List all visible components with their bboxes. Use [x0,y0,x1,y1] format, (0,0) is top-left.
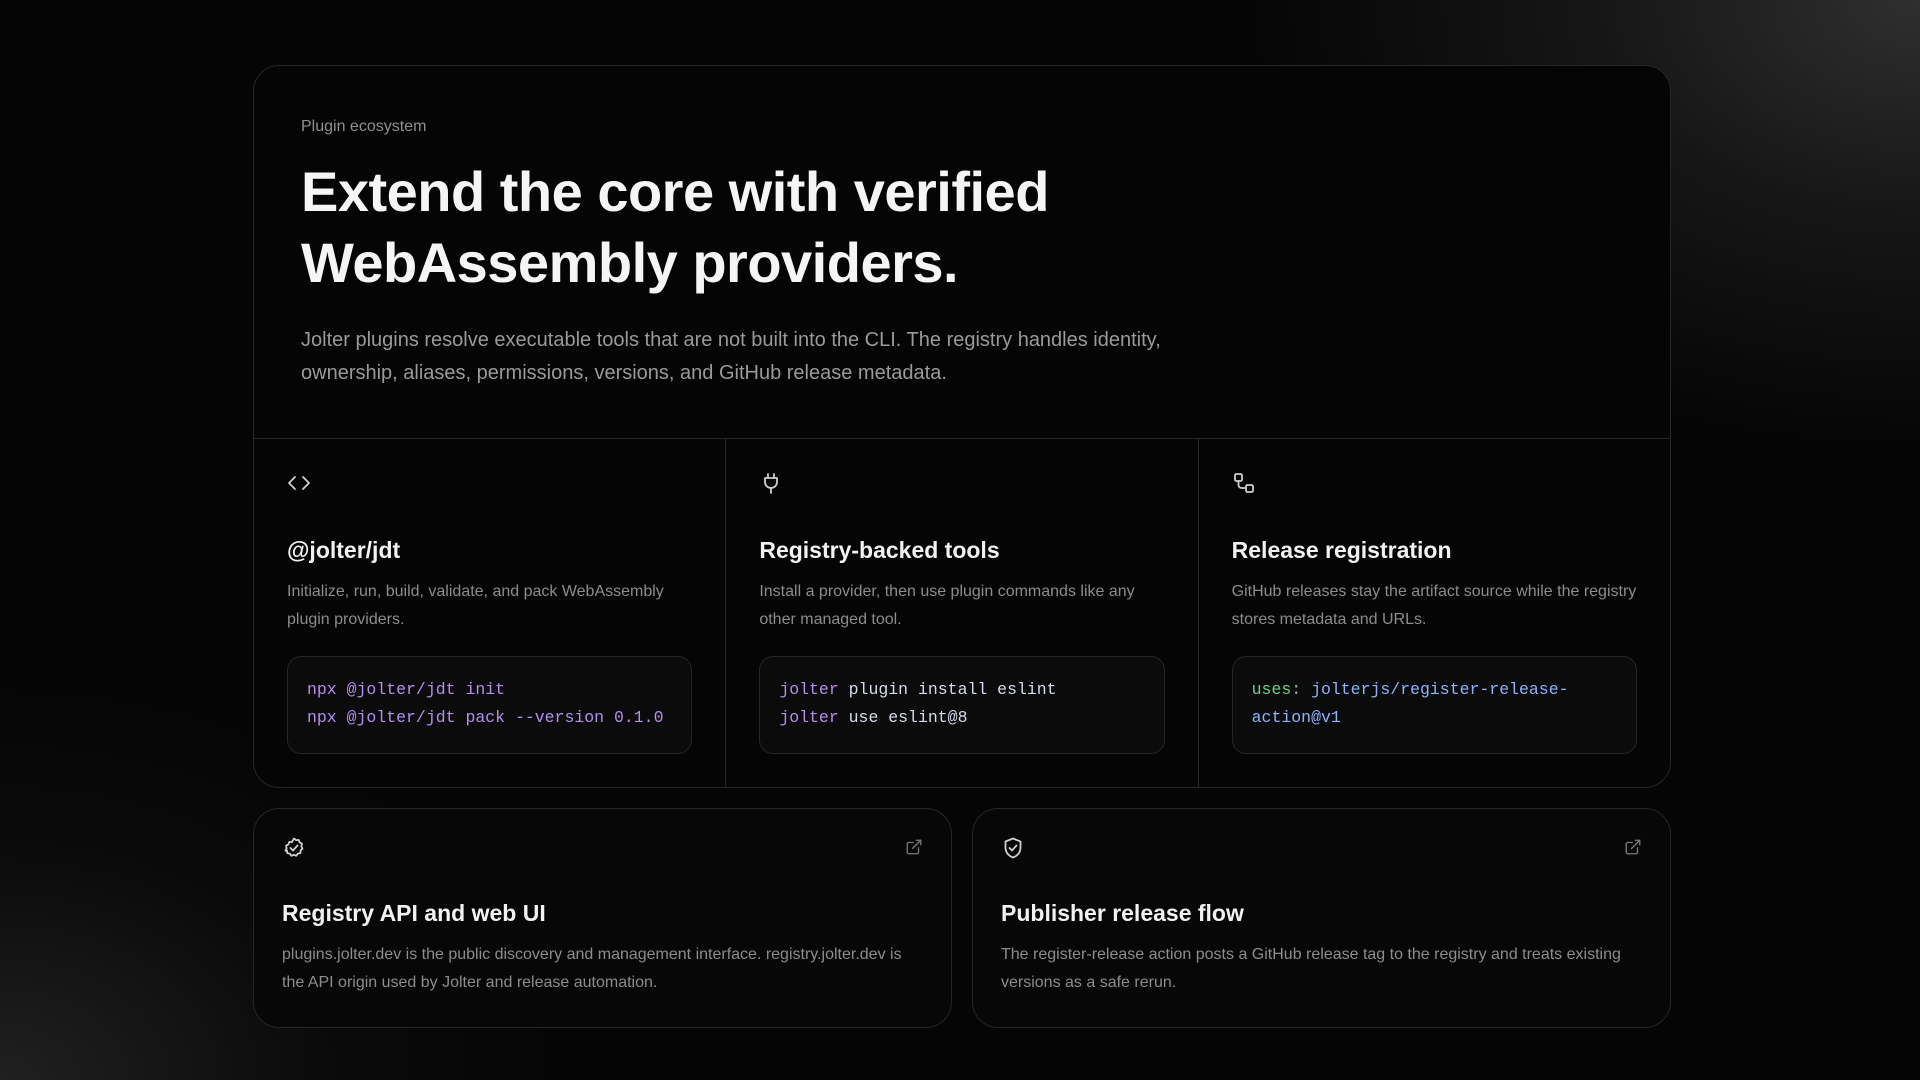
code-key: uses: [1251,680,1302,699]
code-args: use eslint@8 [838,708,968,727]
workflow-icon [1232,471,1256,495]
feature-grid: @jolter/jdt Initialize, run, build, vali… [254,439,1670,787]
badge-check-icon [282,836,306,860]
code-command: npx [307,708,337,727]
code-brackets-icon [287,471,311,495]
feature-release-registration: Release registration GitHub releases sta… [1199,439,1670,787]
code-line: npx @jolter/jdt init [307,676,672,704]
code-block[interactable]: npx @jolter/jdt init npx @jolter/jdt pac… [287,656,693,754]
external-link-icon[interactable] [905,838,923,856]
feature-description: GitHub releases stay the artifact source… [1231,583,1637,628]
registry-api-card[interactable]: Registry API and web UI plugins.jolter.d… [253,808,952,1028]
plug-icon [759,471,783,495]
link-card-description: plugins.jolter.dev is the public discove… [282,946,902,991]
code-command: npx [307,680,337,699]
publisher-release-flow-card[interactable]: Publisher release flow The register-rele… [972,808,1671,1028]
hero: Plugin ecosystem Extend the core with ve… [254,66,1670,439]
code-line: npx @jolter/jdt pack --version 0.1.0 [307,704,672,732]
code-command: jolter [779,680,839,699]
code-line: uses: jolterjs/register-release-action@v… [1252,676,1617,732]
hero-description: Jolter plugins resolve executable tools … [301,329,1161,384]
code-line: jolter use eslint@8 [779,704,1144,732]
code-block[interactable]: uses: jolterjs/register-release-action@v… [1231,656,1637,754]
link-card-title: Publisher release flow [1001,900,1244,926]
feature-description: Install a provider, then use plugin comm… [759,583,1135,628]
feature-registry-tools: Registry-backed tools Install a provider… [726,439,1199,787]
eyebrow: Plugin ecosystem [301,118,427,135]
feature-title: Registry-backed tools [759,537,1000,563]
shield-check-icon [1001,836,1025,860]
feature-jdt: @jolter/jdt Initialize, run, build, vali… [254,439,727,787]
external-link-icon[interactable] [1624,838,1642,856]
code-command: jolter [779,708,839,727]
code-block[interactable]: jolter plugin install eslint jolter use … [759,656,1165,754]
plugin-ecosystem-section: Plugin ecosystem Extend the core with ve… [253,65,1671,1028]
page-title: Extend the core with verified WebAssembl… [301,160,1049,294]
code-args: @jolter/jdt pack --version 0.1.0 [336,708,664,727]
link-cards: Registry API and web UI plugins.jolter.d… [253,808,1671,1028]
code-args: @jolter/jdt init [336,680,506,699]
feature-description: Initialize, run, build, validate, and pa… [287,583,664,628]
feature-title: @jolter/jdt [287,537,401,563]
code-line: jolter plugin install eslint [779,676,1144,704]
main-card: Plugin ecosystem Extend the core with ve… [253,65,1671,788]
link-card-description: The register-release action posts a GitH… [1001,946,1621,991]
feature-title: Release registration [1231,537,1452,563]
link-card-title: Registry API and web UI [282,900,546,926]
code-args: plugin install eslint [838,680,1057,699]
